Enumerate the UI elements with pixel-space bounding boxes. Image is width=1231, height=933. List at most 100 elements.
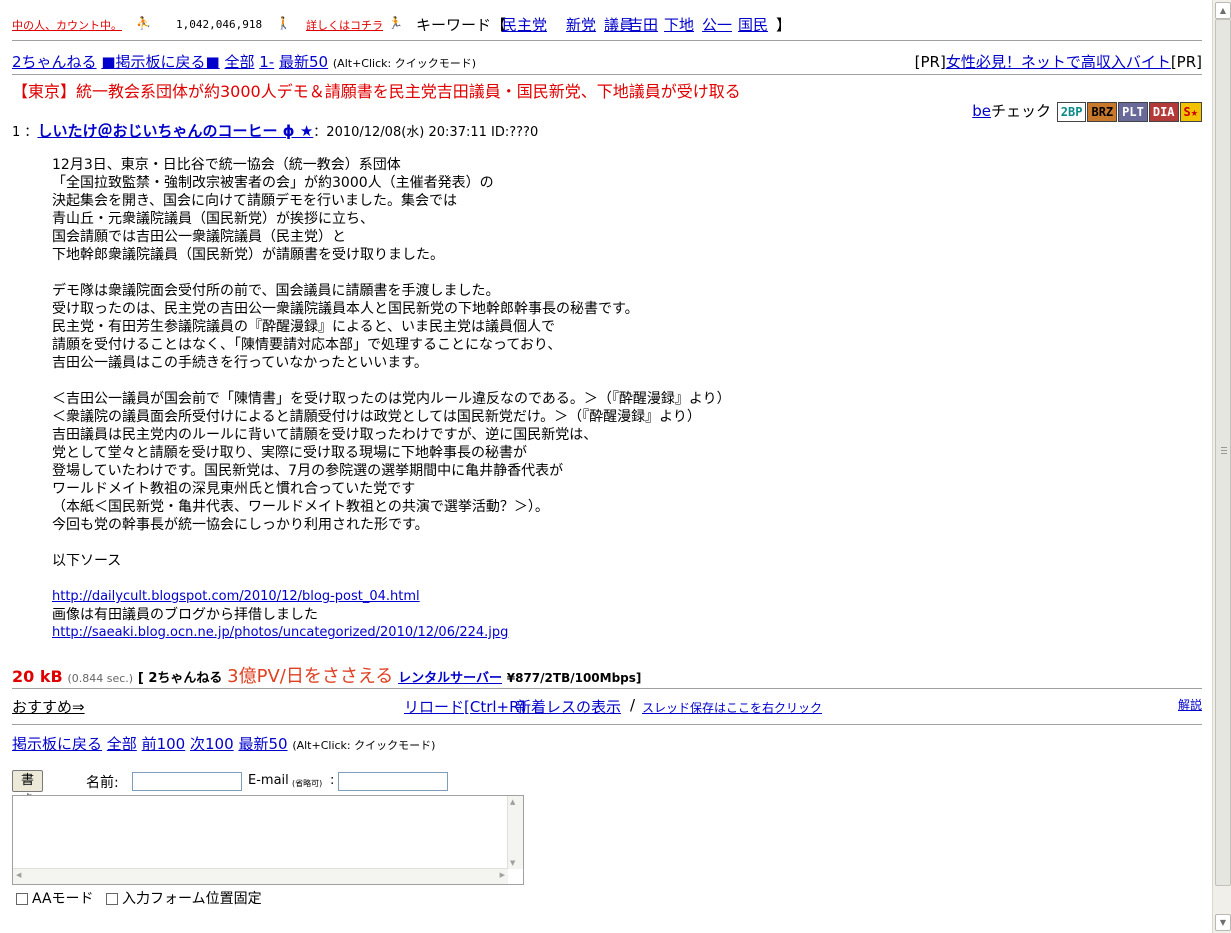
nav-bottom: 掲示板に戻る 全部 前100 次100 最新50 (Alt+Click: クイッ… <box>12 733 435 754</box>
email-input[interactable] <box>338 772 448 791</box>
all-link[interactable]: 全部 <box>107 735 137 753</box>
latest50-link[interactable]: 最新50 <box>279 53 328 71</box>
divider <box>12 688 1202 689</box>
keyword-label: キーワード【 <box>416 16 507 34</box>
textarea-hscroll[interactable]: ◀ ▶ <box>13 868 508 884</box>
post-line <box>52 570 731 588</box>
fix-position-checkbox[interactable] <box>106 893 118 905</box>
grip-line <box>1221 447 1227 448</box>
post-line: 国会請願では吉田公一衆議院議員（民主党）と <box>52 229 346 245</box>
back-board-link[interactable]: ■掲示板に戻る■ <box>101 53 219 71</box>
site-link[interactable]: 2ちゃんねる <box>12 53 97 71</box>
scroll-up-icon[interactable]: ▲ <box>510 798 515 806</box>
scroll-left-icon[interactable]: ◀ <box>16 871 21 879</box>
prev100-link[interactable]: 前100 <box>142 735 186 753</box>
post-line: ＜衆議院の議員面会所受付けによると請願受付けは政党としては国民新党だけ。＞（『酔… <box>52 409 701 425</box>
divider <box>12 74 1202 75</box>
aa-mode-option[interactable]: AAモード <box>16 888 94 908</box>
post-line: 決起集会を開き、国会に向けて請願デモを行いました。集会では <box>52 193 458 209</box>
post-header: 1 ：しいたけ＠おじいちゃんのコーヒー ϕ ★：2010/12/08(水) 20… <box>12 120 538 141</box>
poster-name[interactable]: しいたけ＠おじいちゃんのコーヒー <box>37 122 277 140</box>
name-input[interactable] <box>132 772 242 791</box>
be-badge[interactable]: DIA <box>1148 101 1179 122</box>
menu-slash: / <box>630 696 636 714</box>
divider <box>12 40 1202 41</box>
pr-link[interactable]: 女性必見！ネットで高収入バイト <box>946 53 1171 71</box>
be-badge[interactable]: PLT <box>1118 101 1148 122</box>
scroll-down-icon[interactable]: ▼ <box>510 859 515 867</box>
submit-button[interactable]: 書き込む <box>12 770 44 848</box>
menu-row: おすすめ⇒ リロード[Ctrl+R] 新着レスの表示 / スレッド保存はここを右… <box>12 696 1202 718</box>
badge-group: 2BP BRZ PLT DIA S★ <box>1056 101 1202 122</box>
keyword-link[interactable]: 吉田 <box>628 14 658 35</box>
be-badge[interactable]: S★ <box>1179 101 1202 122</box>
be-badge[interactable]: BRZ <box>1087 101 1118 122</box>
grip-line <box>1221 453 1227 454</box>
post-line: 登場していたわけです。国民新党は、7月の参院選の選挙期間中に亀井静香代表が <box>52 463 564 479</box>
post-line: 青山丘・元衆議院議員（国民新党）が挨拶に立ち、 <box>52 211 374 227</box>
post-line: 「全国拉致監禁・強制改宗被害者の会」が約3000人（主催者発表）の <box>52 175 494 191</box>
post-line <box>52 372 731 390</box>
pr-area: [PR]女性必見！ネットで高収入バイト[PR] <box>915 51 1202 72</box>
email-label: E-mail <box>248 773 289 788</box>
page-scrollbar[interactable]: ▲ ▼ <box>1212 0 1231 933</box>
post-line: 12月3日、東京・日比谷で統一協会（統一教会）系団体 <box>52 157 401 173</box>
post-line <box>52 264 731 282</box>
keyword-link[interactable]: 下地 <box>664 14 694 35</box>
post-body: 12月3日、東京・日比谷で統一協会（統一教会）系団体「全国拉致監禁・強制改宗被害… <box>52 156 731 642</box>
keyword-link[interactable]: 国民 <box>738 14 768 35</box>
source-url-link[interactable]: http://dailycult.blogspot.com/2010/12/bl… <box>52 589 420 604</box>
counter-value: 1,042,046,918 <box>176 18 263 31</box>
pv-slogan: 3億PV/日をささえる <box>227 666 394 687</box>
be-link[interactable]: be <box>972 102 991 120</box>
post-line: 請願を受付けることはなく、「陳情要請対応本部」で処理することになっており、 <box>52 337 562 353</box>
page-size: 20 kB <box>12 667 63 686</box>
post-meta: ：2010/12/08(水) 20:37:11 ID:???0 <box>313 125 539 140</box>
next100-link[interactable]: 次100 <box>190 735 234 753</box>
scroll-right-icon[interactable]: ▶ <box>500 871 505 879</box>
save-thread-link[interactable]: スレッド保存はここを右クリック <box>642 699 822 716</box>
rental-server-link[interactable]: レンタルサーバー <box>398 671 502 686</box>
keyword-link[interactable]: 民主党 <box>502 14 547 35</box>
post-line: 民主党・有田芳生参議院議員の『酔醒漫録』によると、いま民主党は議員個人で <box>52 319 556 335</box>
fix-position-option[interactable]: 入力フォーム位置固定 <box>106 888 262 908</box>
message-textarea[interactable]: ▲ ▼ ◀ ▶ <box>12 795 524 885</box>
post-line: 下地幹郎衆議院議員（国民新党）が請願書を受け取りました。 <box>52 247 444 263</box>
keyword-link[interactable]: 公一 <box>702 14 732 35</box>
back-board-link[interactable]: 掲示板に戻る <box>12 735 102 753</box>
scroll-up-icon[interactable]: ▲ <box>1215 2 1231 19</box>
post-line: デモ隊は衆議院面会受付所の前で、国会議員に請願書を手渡しました。 <box>52 283 500 299</box>
running-man-icon: ⛹ <box>136 16 151 30</box>
image-note: 画像は有田議員のブログから拝借しました <box>52 607 318 623</box>
reload-link[interactable]: リロード[Ctrl+R] <box>404 696 525 717</box>
aa-mode-checkbox[interactable] <box>16 893 28 905</box>
post-line: 吉田議員は民主党内のルールに背いて請願を受け取ったわけですが、逆に国民新党は、 <box>52 427 598 443</box>
explain-link[interactable]: 解説 <box>1178 696 1202 713</box>
pr-right: [PR] <box>1170 53 1202 71</box>
first-link[interactable]: 1- <box>259 53 274 71</box>
divider <box>12 724 1202 725</box>
name-label: 名前: <box>86 775 119 791</box>
be-badge[interactable]: 2BP <box>1056 101 1087 122</box>
all-link[interactable]: 全部 <box>224 53 254 71</box>
check-label: チェック <box>991 102 1052 120</box>
brand-open: [ 2ちゃんねる <box>137 671 223 686</box>
browser-viewport: 中の人、カウント中。 ⛹ 1,042,046,918 🚶 詳しくはコチラ 🏃 キ… <box>0 0 1212 933</box>
post-lines: 12月3日、東京・日比谷で統一協会（統一教会）系団体「全国拉致監禁・強制改宗被害… <box>52 156 731 588</box>
post-sep: ： <box>24 125 38 140</box>
recommend-link[interactable]: おすすめ⇒ <box>12 696 85 717</box>
textarea-vscroll[interactable]: ▲ ▼ <box>507 796 523 869</box>
fix-position-label: 入力フォーム位置固定 <box>122 891 262 907</box>
new-res-link[interactable]: 新着レスの表示 <box>516 696 621 717</box>
scrollbar-thumb[interactable] <box>1215 19 1231 886</box>
quickmode-hint: (Alt+Click: クイックモード) <box>332 57 476 70</box>
keyword-link[interactable]: 新党 <box>566 14 596 35</box>
counter-link[interactable]: 中の人、カウント中。 <box>12 17 122 33</box>
poster-cap[interactable]: ϕ ★ <box>277 122 314 140</box>
post-line: ワールドメイト教祖の深見東州氏と慣れ合っていた党です <box>52 481 416 497</box>
image-url-link[interactable]: http://saeaki.blog.ocn.ne.jp/photos/unca… <box>52 625 508 640</box>
latest50-link[interactable]: 最新50 <box>238 735 287 753</box>
scroll-down-icon[interactable]: ▼ <box>1215 914 1231 931</box>
nav-top: 2ちゃんねる ■掲示板に戻る■ 全部 1- 最新50 (Alt+Click: ク… <box>12 51 476 72</box>
details-link[interactable]: 詳しくはコチラ <box>306 17 383 33</box>
